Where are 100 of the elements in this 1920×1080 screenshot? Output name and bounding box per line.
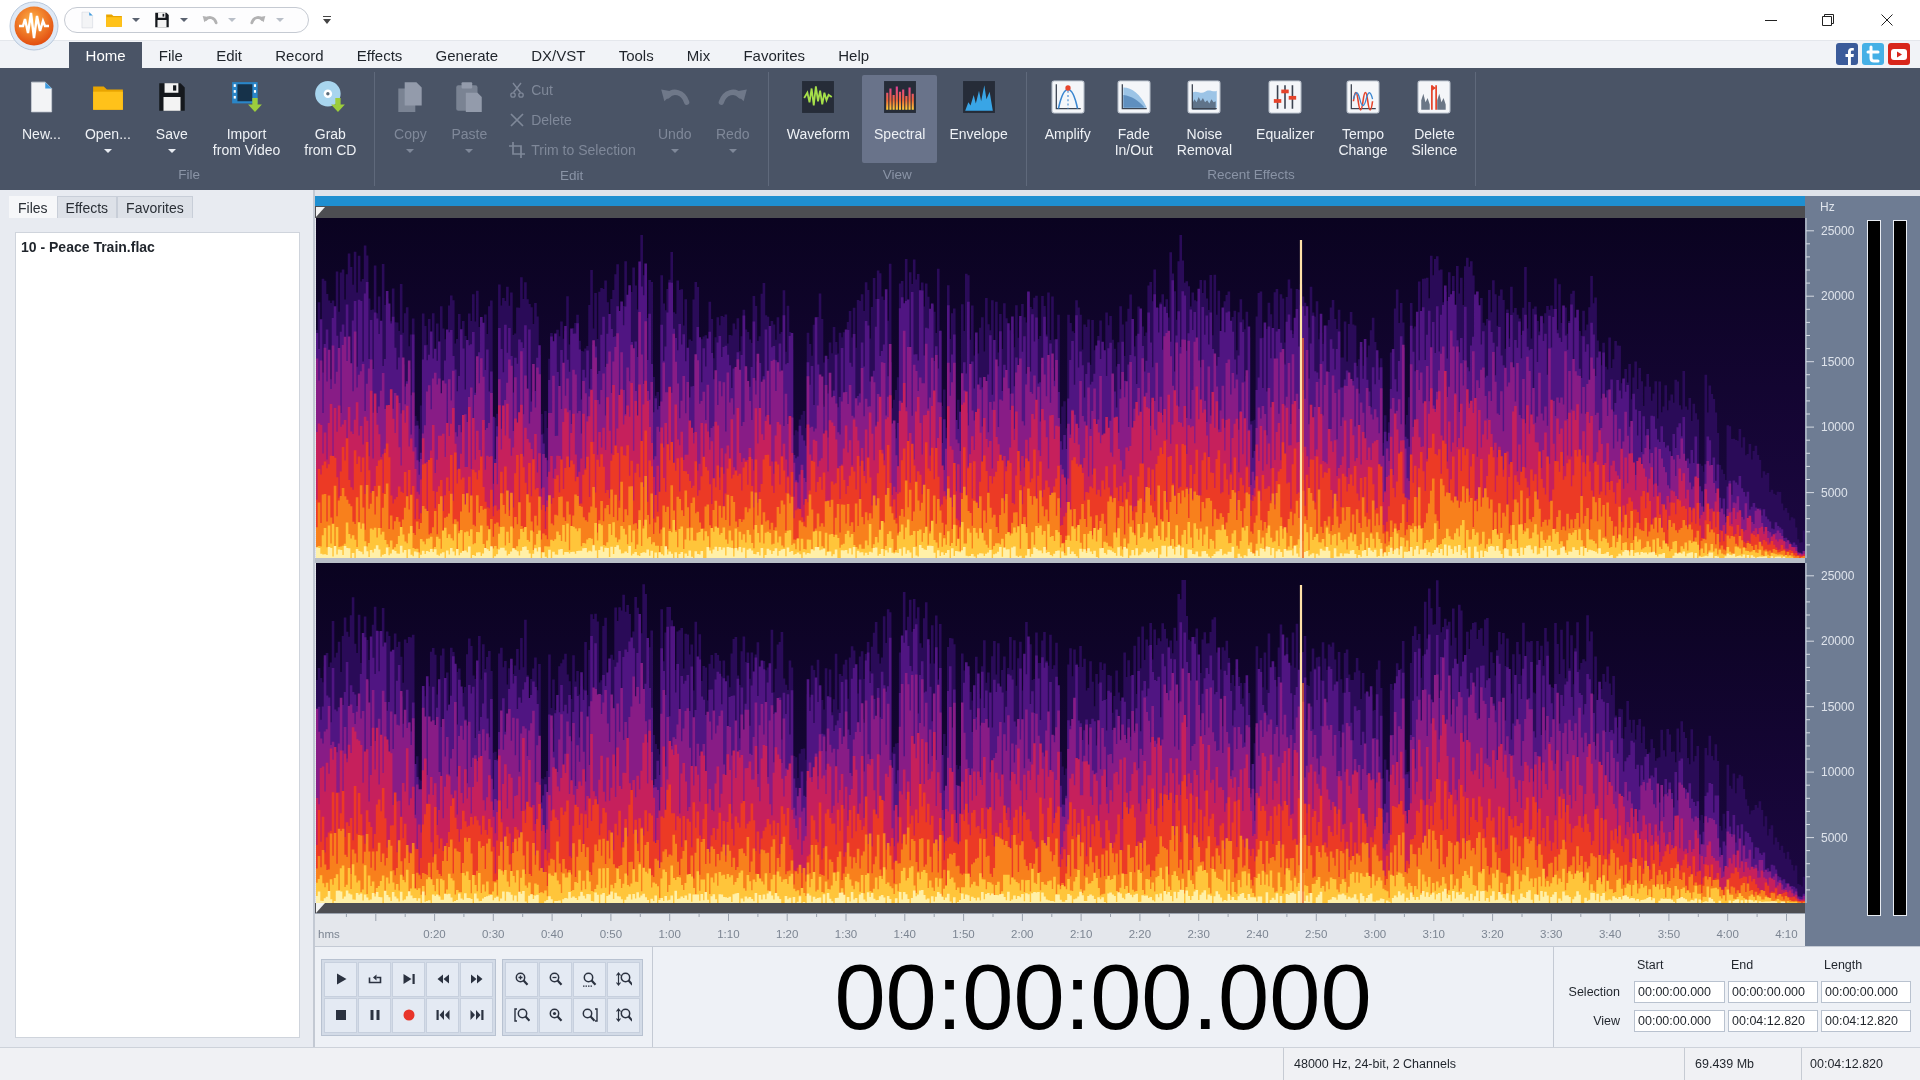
vertical-zoom-icon <box>615 1007 632 1023</box>
time-label: 2:30 <box>1187 928 1210 940</box>
pause-button[interactable] <box>358 997 391 1033</box>
menu-tab[interactable]: Favorites <box>726 42 822 68</box>
new-file-button[interactable]: New... <box>10 75 73 163</box>
play-button[interactable] <box>324 961 357 997</box>
time-field[interactable]: 00:00:00.000 <box>1728 981 1818 1003</box>
loop-button[interactable] <box>358 961 391 997</box>
zoom-center-icon <box>547 1007 564 1023</box>
silence-markers-icon <box>1417 80 1452 114</box>
import-video-button[interactable]: Import from Video <box>200 75 293 163</box>
menu-tab[interactable]: Mix <box>670 42 727 68</box>
time-label: 0:20 <box>423 928 446 940</box>
minimize-icon[interactable] <box>1765 19 1777 21</box>
caret-icon[interactable] <box>180 18 188 22</box>
save-button[interactable]: Save <box>142 75 201 163</box>
delete-silence-button[interactable]: Delete Silence <box>1399 75 1470 163</box>
menu-tab[interactable]: Help <box>821 42 886 68</box>
skip-back-icon <box>434 1007 451 1023</box>
youtube-icon[interactable] <box>1888 42 1910 65</box>
panel-tab[interactable]: Favorites <box>117 196 193 218</box>
zoom-in-icon <box>513 971 530 987</box>
panel-tab[interactable]: Effects <box>56 196 118 218</box>
frequency-label: 20000 <box>1821 634 1855 649</box>
go-to-start-button[interactable] <box>426 997 459 1033</box>
frequency-label: 5000 <box>1821 830 1848 845</box>
frequency-label: 15000 <box>1821 354 1855 369</box>
time-label: 0:30 <box>482 928 505 940</box>
zoom-full-button[interactable] <box>573 961 606 997</box>
grab-cd-button[interactable]: Grab from CD <box>292 75 369 163</box>
noise-wave-icon <box>1187 80 1222 114</box>
menu-tab[interactable]: Tools <box>602 42 671 68</box>
time-label: 1:10 <box>717 928 740 940</box>
fast-forward-button[interactable] <box>460 961 493 997</box>
menu-tab[interactable]: Record <box>258 42 341 68</box>
caret-icon[interactable] <box>132 18 140 22</box>
column-header: Length <box>1823 957 1863 974</box>
frequency-label: 25000 <box>1821 223 1855 238</box>
time-label: 3:20 <box>1481 928 1504 940</box>
menu-tab[interactable]: Edit <box>199 42 259 68</box>
amplify-button[interactable]: Amplify <box>1032 75 1103 163</box>
rewind-button[interactable] <box>426 961 459 997</box>
facebook-icon[interactable] <box>1836 42 1858 65</box>
envelope-view-button[interactable]: Envelope <box>937 75 1020 163</box>
menu-tab[interactable]: Home <box>69 42 143 68</box>
status-text: 00:04:12.820 <box>1801 1048 1920 1080</box>
stop-button[interactable] <box>324 997 357 1033</box>
go-to-end-button[interactable] <box>460 997 493 1033</box>
time-label: 3:40 <box>1598 928 1622 940</box>
row-label: Selection <box>1568 984 1620 1001</box>
menu-tab[interactable]: Generate <box>418 42 515 68</box>
file-item[interactable]: 10 - Peace Train.flac <box>21 239 155 255</box>
amplify-curve-icon <box>1050 80 1085 114</box>
zoom-out-icon <box>547 971 564 987</box>
frequency-label: 15000 <box>1821 699 1855 714</box>
menu-tab[interactable]: DX/VST <box>514 42 603 68</box>
zoom-center-button[interactable] <box>539 997 572 1033</box>
group-label: View <box>882 166 912 184</box>
zoom-vertical-button[interactable] <box>607 961 640 997</box>
restore-icon[interactable] <box>1822 14 1834 26</box>
cross-icon <box>509 112 526 128</box>
time-field[interactable]: 00:00:00.000 <box>1634 981 1725 1003</box>
fade-curve-icon <box>1116 80 1151 114</box>
time-label: 2:00 <box>1011 928 1034 940</box>
group-label: Recent Effects <box>1207 166 1295 184</box>
disc-icon <box>313 80 348 114</box>
time-field[interactable]: 00:00:00.000 <box>1634 1010 1725 1032</box>
caret-icon[interactable] <box>167 149 176 153</box>
panel-tab[interactable]: Files <box>9 196 57 218</box>
frequency-label: 25000 <box>1821 568 1855 583</box>
equalizer-button[interactable]: Equalizer <box>1244 75 1327 163</box>
time-field[interactable]: 00:00:00.000 <box>1821 981 1911 1003</box>
zoom-out-button[interactable] <box>539 961 572 997</box>
time-field[interactable]: 00:04:12.820 <box>1728 1010 1818 1032</box>
spectral-view-button[interactable]: Spectral <box>862 75 938 163</box>
zoom-right-button[interactable] <box>573 997 606 1033</box>
time-label: 2:10 <box>1069 928 1093 940</box>
spectrum-bars-icon <box>882 80 917 114</box>
menu-tab[interactable]: Effects <box>340 42 419 68</box>
zoom-vertical-out-button[interactable] <box>607 997 640 1033</box>
time-label: 0:40 <box>540 928 564 940</box>
caret-icon[interactable] <box>103 149 112 153</box>
close-icon[interactable] <box>1881 14 1893 26</box>
tempo-change-button[interactable]: Tempo Change <box>1326 75 1400 163</box>
vertical-zoom-icon <box>615 971 632 987</box>
peaks-icon <box>961 80 996 114</box>
record-button[interactable] <box>392 997 425 1033</box>
time-field[interactable]: 00:04:12.820 <box>1821 1010 1911 1032</box>
zoom-in-button[interactable] <box>505 961 538 997</box>
waveform-view-button[interactable]: Waveform <box>774 75 862 163</box>
noise-removal-button[interactable]: Noise Removal <box>1164 75 1245 163</box>
open-button[interactable]: Open... <box>72 75 143 163</box>
customize-caret-icon[interactable] <box>323 16 331 24</box>
play-to-end-button[interactable] <box>392 961 425 997</box>
time-label: 3:10 <box>1422 928 1445 940</box>
menu-tab[interactable]: File <box>142 42 200 68</box>
fade-button[interactable]: Fade In/Out <box>1102 75 1165 163</box>
zoom-full-icon <box>581 971 598 987</box>
time-label: 2:50 <box>1305 928 1328 940</box>
zoom-to-selection-button[interactable] <box>505 997 538 1033</box>
